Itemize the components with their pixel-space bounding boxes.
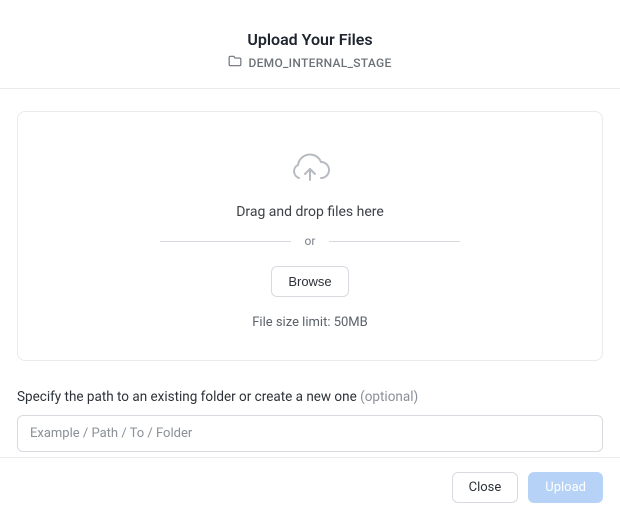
stage-icon (228, 55, 242, 70)
upload-button[interactable]: Upload (528, 472, 603, 503)
stage-name: DEMO_INTERNAL_STAGE (248, 56, 391, 70)
file-size-limit: File size limit: 50MB (38, 315, 582, 330)
or-text: or (305, 234, 316, 248)
divider-line-right (329, 241, 460, 242)
close-button[interactable]: Close (452, 472, 519, 503)
or-divider: or (160, 234, 460, 248)
dialog-content: Drag and drop files here or Browse File … (0, 89, 620, 486)
dialog-footer: Close Upload (0, 457, 620, 517)
divider-line-left (160, 241, 291, 242)
dialog-header: Upload Your Files DEMO_INTERNAL_STAGE (0, 0, 620, 89)
cloud-upload-icon (38, 152, 582, 186)
path-label: Specify the path to an existing folder o… (17, 389, 603, 405)
drag-drop-text: Drag and drop files here (38, 204, 582, 220)
page-title: Upload Your Files (20, 30, 600, 49)
path-label-main: Specify the path to an existing folder o… (17, 389, 360, 405)
path-input[interactable] (17, 415, 603, 452)
stage-row: DEMO_INTERNAL_STAGE (20, 55, 600, 70)
browse-button[interactable]: Browse (271, 266, 348, 297)
file-dropzone[interactable]: Drag and drop files here or Browse File … (17, 111, 603, 361)
path-label-optional: (optional) (360, 389, 418, 405)
